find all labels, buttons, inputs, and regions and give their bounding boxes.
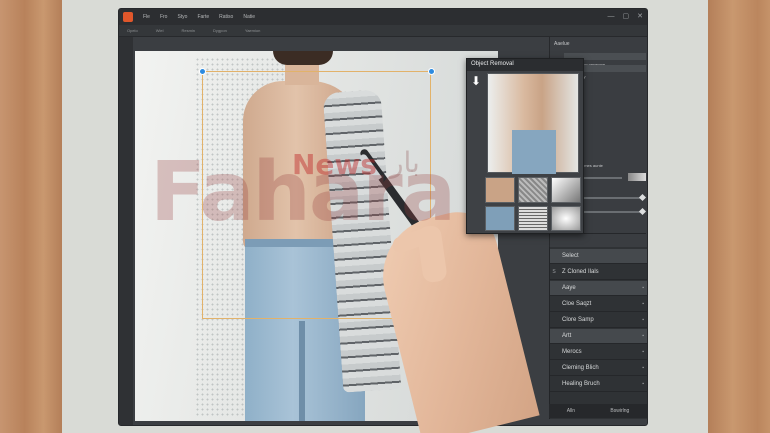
lock-icon[interactable]: ▪ [642, 381, 644, 387]
object-removal-popup: Object Removal ⬇ [466, 58, 584, 234]
down-arrow-icon[interactable]: ⬇ [471, 75, 481, 87]
layer-name: Cloe Saqzt [562, 301, 592, 307]
thumbnail[interactable] [518, 177, 548, 203]
menu-item[interactable]: Fro [160, 14, 168, 20]
menu-item[interactable]: Ratiso [219, 14, 233, 20]
minimize-icon[interactable]: — [608, 12, 615, 21]
thumbnail[interactable] [551, 177, 581, 203]
thumbnail[interactable] [485, 177, 515, 203]
lock-icon[interactable]: ▪ [642, 365, 644, 371]
layer-name: Z Cloned Ilals [562, 269, 599, 275]
slider-knob[interactable] [638, 207, 647, 216]
option-item[interactable]: Opelo [127, 28, 138, 33]
popup-title: Object Removal [467, 59, 583, 71]
app-logo-icon[interactable] [123, 12, 133, 22]
thumbnail[interactable] [518, 205, 548, 231]
watermark-news: News [292, 148, 377, 181]
layer-row[interactable]: Clore Samp ▪ [550, 313, 647, 328]
tool-strip[interactable] [119, 37, 133, 425]
layer-row[interactable]: Cloe Saqzt ▪ [550, 297, 647, 312]
maximize-icon[interactable]: ▢ [623, 12, 630, 21]
lock-icon[interactable]: ▪ [642, 317, 644, 323]
gradient-swatch[interactable] [628, 173, 646, 181]
menu-bar: Fle Fro Styo Farte Ratiso Natie — ▢ ✕ [119, 9, 647, 25]
layers-footer-button[interactable]: Alln [567, 408, 575, 414]
layer-row[interactable]: Aaye ▪ [550, 281, 647, 296]
option-item[interactable]: Yaemion [245, 28, 261, 33]
eye-icon[interactable]: S [550, 269, 558, 275]
preview-jeans [512, 130, 556, 174]
option-item[interactable]: Wiel [156, 28, 164, 33]
layer-row[interactable]: Merocs ▪ [550, 345, 647, 360]
thumbnail[interactable] [485, 205, 515, 231]
selection-handle[interactable] [428, 68, 435, 75]
menu-item[interactable]: Farte [197, 14, 209, 20]
layer-name: Artt [562, 333, 572, 339]
layers-panel: Select S Z Cloned Ilals Aaye ▪ Cloe Saqz… [549, 247, 647, 419]
layer-row[interactable]: Cleming Blich ▪ [550, 361, 647, 376]
option-item[interactable]: Dygpon [213, 28, 227, 33]
lock-icon[interactable]: ▪ [642, 285, 644, 291]
jeans-seam [299, 321, 305, 421]
property-slider[interactable] [578, 211, 644, 213]
lock-icon[interactable]: ▪ [642, 349, 644, 355]
layer-name: Healing Bruch [562, 381, 600, 387]
layers-footer-button[interactable]: Bswirlng [610, 408, 629, 414]
window-controls: — ▢ ✕ [608, 12, 644, 21]
option-item[interactable]: Resmin [181, 28, 195, 33]
layer-name: Aaye [562, 285, 576, 291]
close-icon[interactable]: ✕ [637, 12, 643, 21]
property-slider[interactable] [578, 177, 622, 179]
menu-item[interactable]: Styo [177, 14, 187, 20]
wood-background-left [0, 0, 62, 433]
layer-row[interactable]: Select [550, 249, 647, 264]
layer-row[interactable]: Healing Bruch ▪ [550, 377, 647, 392]
watermark-arabic: بار [390, 146, 420, 179]
thumbnail[interactable] [551, 205, 581, 231]
lock-icon[interactable]: ▪ [642, 301, 644, 307]
layer-row[interactable]: S Z Cloned Ilals [550, 265, 647, 280]
layer-row[interactable]: Artt ▪ [550, 329, 647, 344]
wood-background-right [708, 0, 770, 433]
layer-name: Clore Samp [562, 317, 594, 323]
lock-icon[interactable]: ▪ [642, 333, 644, 339]
slider-knob[interactable] [638, 193, 647, 202]
layers-footer: Alln Bswirlng [549, 404, 647, 418]
menu-item[interactable]: Fle [143, 14, 150, 20]
selection-handle[interactable] [199, 68, 206, 75]
subject-hair [273, 51, 333, 65]
options-bar: Opelo Wiel Resmin Dygpon Yaemion [119, 25, 647, 37]
menu-item[interactable]: Natie [243, 14, 255, 20]
layer-name: Merocs [562, 349, 582, 355]
layer-name: Select [562, 253, 579, 259]
properties-header: Aaelue [554, 41, 570, 47]
property-slider[interactable] [578, 197, 644, 199]
thumbnail-grid [485, 177, 581, 231]
removal-preview [487, 73, 579, 174]
layer-name: Cleming Blich [562, 365, 599, 371]
